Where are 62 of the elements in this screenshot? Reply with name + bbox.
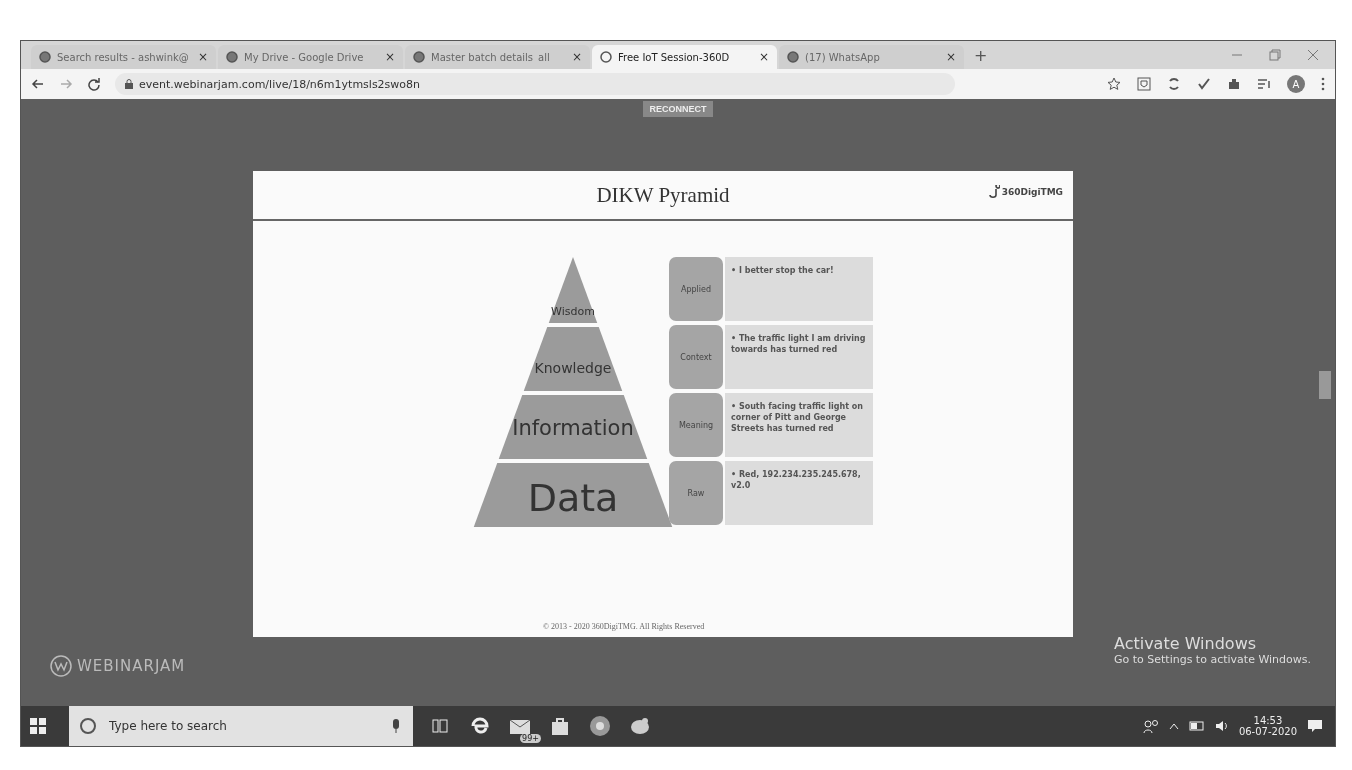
tab-favicon-icon: [39, 51, 51, 63]
level-tag: Raw: [669, 461, 723, 525]
pyramid-label: Information: [512, 416, 634, 441]
level-description: • The traffic light I am driving towards has turned red: [725, 325, 873, 389]
browser-tab[interactable]: Free IoT Session-360D ×: [592, 45, 777, 69]
logo-text: 360DigiTMG: [1001, 187, 1063, 197]
playlist-icon[interactable]: [1257, 77, 1271, 91]
slide-title: DIKW Pyramid: [596, 182, 730, 208]
chevron-up-icon[interactable]: [1168, 722, 1179, 730]
check-icon[interactable]: [1197, 77, 1211, 91]
brand-logo-icon: [49, 654, 73, 678]
level-tag: Applied: [669, 257, 723, 321]
browser-tab[interactable]: Search results - ashwink@ ×: [31, 45, 216, 69]
browser-tab[interactable]: (17) WhatsApp ×: [779, 45, 964, 69]
level-tag: Meaning: [669, 393, 723, 457]
taskbar-search-field[interactable]: Type here to search: [69, 706, 413, 746]
browser-tab[interactable]: My Drive - Google Drive ×: [218, 45, 403, 69]
tab-favicon-icon: [600, 51, 612, 63]
activation-subtitle: Go to Settings to activate Windows.: [1113, 653, 1311, 666]
notification-count: 99+: [520, 734, 541, 743]
browser-tab[interactable]: Master batch details_all_ ×: [405, 45, 590, 69]
chrome-icon[interactable]: [587, 713, 613, 739]
pyramid-label: Knowledge: [534, 359, 612, 376]
clock-date[interactable]: 06-07-2020: [1238, 726, 1297, 737]
reload-icon[interactable]: [87, 77, 101, 91]
lock-icon: [125, 79, 133, 89]
windows-logo-icon: [30, 718, 46, 734]
mail-icon[interactable]: [509, 717, 531, 735]
microphone-icon[interactable]: [391, 719, 401, 733]
level-description: • I better stop the car!: [725, 257, 873, 321]
level-description: • South facing traffic light on corner of Pitt and George Streets has turned red: [725, 393, 873, 457]
level-tag: Context: [669, 325, 723, 389]
clock-time[interactable]: 14:53: [1253, 715, 1283, 726]
menu-icon[interactable]: [1321, 77, 1325, 91]
close-icon[interactable]: [1307, 49, 1319, 61]
brand-name: WEBINARJAM: [77, 657, 186, 675]
pyramid-label: Data: [527, 476, 619, 521]
level-description: • Red, 192.234.235.245.678, v2.0: [725, 461, 873, 525]
people-icon[interactable]: [1142, 719, 1159, 733]
puzzle-icon[interactable]: [1227, 77, 1241, 91]
tab-favicon-icon: [413, 51, 425, 63]
address-bar[interactable]: event.webinarjam.com/live/18/n6m1ytmsls2swo8n: [115, 73, 955, 95]
new-tab-button[interactable]: +: [966, 45, 996, 65]
extension-icon[interactable]: [1137, 77, 1151, 91]
tab-favicon-icon: [787, 51, 799, 63]
battery-icon[interactable]: [1188, 721, 1205, 731]
profile-avatar[interactable]: A: [1287, 75, 1305, 93]
close-icon[interactable]: ×: [197, 50, 208, 64]
close-icon[interactable]: ×: [758, 50, 769, 64]
back-icon[interactable]: [31, 77, 45, 91]
tab-favicon-icon: [226, 51, 238, 63]
speaker-icon[interactable]: [1214, 720, 1229, 732]
star-icon[interactable]: [1107, 77, 1121, 91]
close-icon[interactable]: ×: [945, 50, 956, 64]
side-panel-handle[interactable]: [1319, 371, 1331, 399]
search-icon: [79, 717, 97, 735]
sync-icon[interactable]: [1167, 77, 1181, 91]
activation-title: Activate Windows: [1113, 634, 1258, 653]
slide-footer: © 2013 - 2020 360DigiTMG. All Rights Reserved: [253, 622, 1073, 637]
notification-icon[interactable]: [1307, 718, 1323, 734]
close-icon[interactable]: ×: [384, 50, 395, 64]
close-icon[interactable]: ×: [571, 50, 582, 64]
